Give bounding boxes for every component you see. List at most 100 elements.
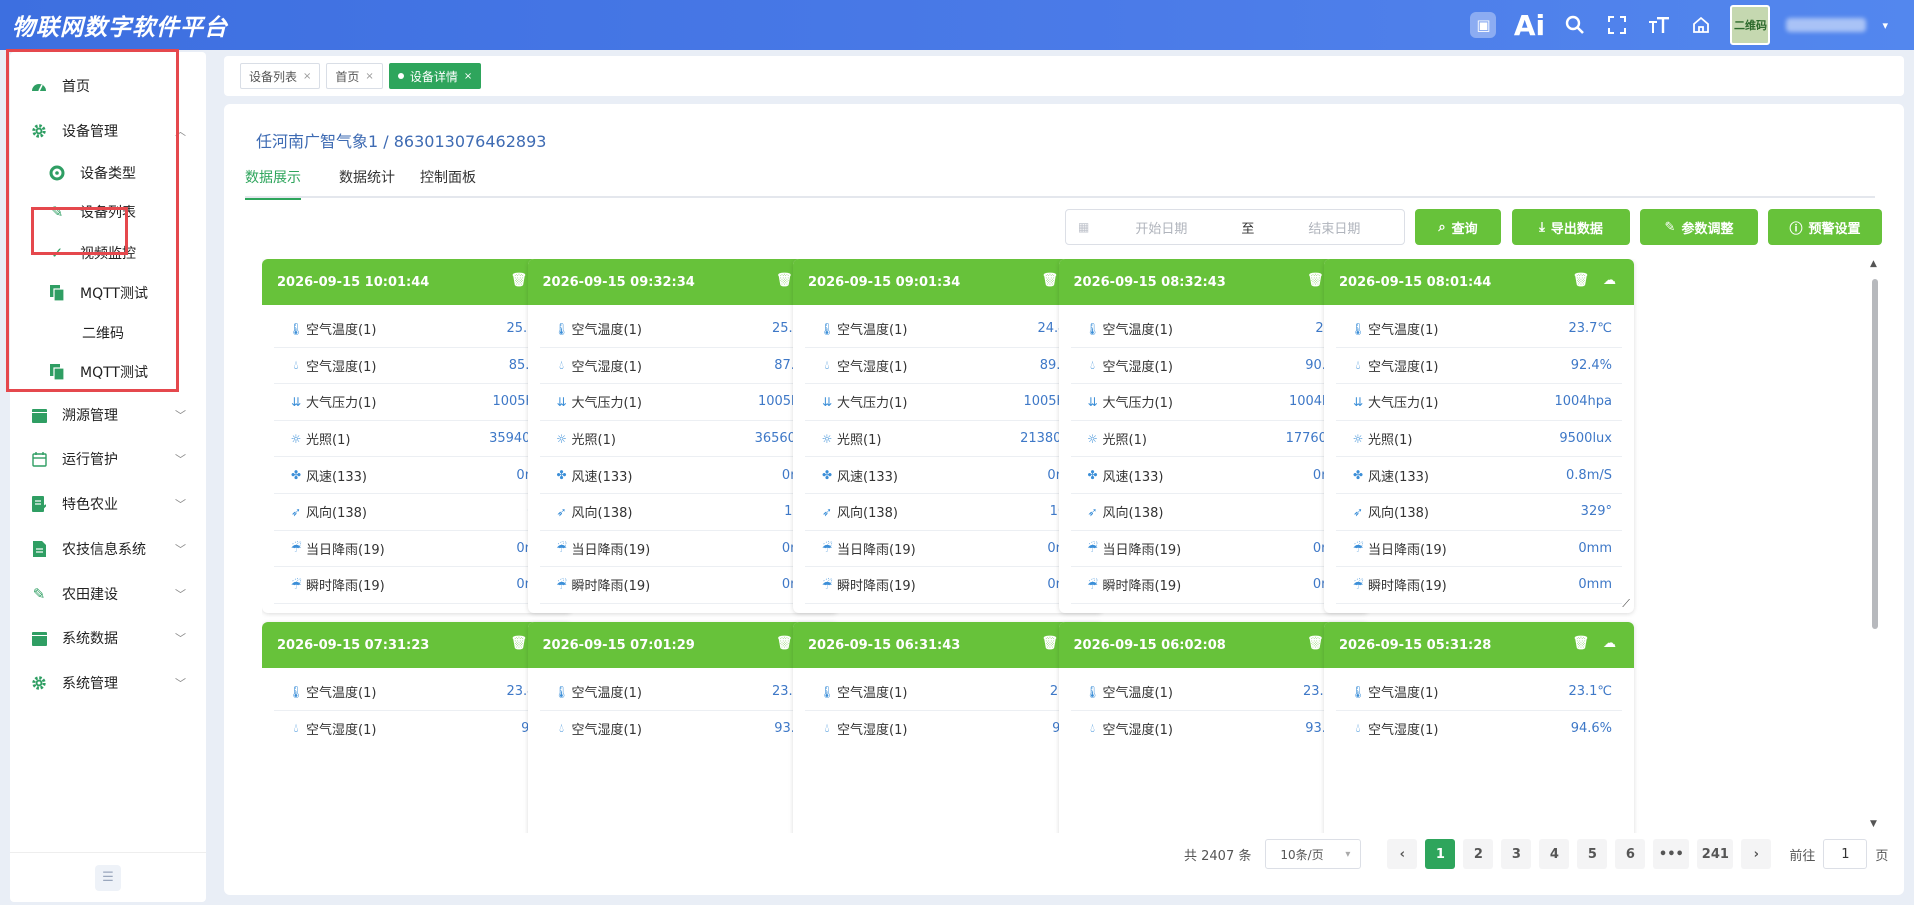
collapse-menu-icon[interactable]: ☰	[95, 864, 121, 891]
metric-row: 💧︎ 空气湿度(1) 92.4%	[1336, 348, 1622, 385]
close-icon[interactable]: ×	[303, 71, 311, 82]
sidebar-item-mqtt-test[interactable]: MQTT测试	[10, 273, 206, 313]
next-page-icon[interactable]: ›	[1741, 839, 1772, 869]
wind-speed-icon: ✤	[821, 468, 833, 483]
sidebar-item-traceability[interactable]: 溯源管理 ﹀	[10, 395, 206, 435]
date-separator: 至	[1241, 221, 1255, 237]
delete-icon[interactable]: 🗑︎	[776, 636, 793, 651]
header-tools: ▣ Ai 二维码 ▾	[1470, 0, 1888, 50]
delete-icon[interactable]: 🗑︎	[1572, 273, 1589, 288]
metric-row: 🌡︎空气温度(1) 23.1℃	[1336, 674, 1622, 711]
more-pages-icon[interactable]: •••	[1653, 839, 1690, 869]
close-icon[interactable]: ×	[464, 71, 472, 82]
date-range-picker[interactable]: ▦ 开始日期 至 结束日期	[1065, 209, 1405, 245]
screen-icon[interactable]: ▣	[1470, 12, 1497, 38]
scrollbar-thumb[interactable]	[1872, 279, 1878, 629]
card-timestamp: 2026-09-15 06:02:08	[1073, 637, 1226, 653]
scroll-up-icon[interactable]: ▲	[1870, 259, 1877, 269]
tab-device-detail[interactable]: 设备详情 ×	[388, 63, 482, 89]
delete-icon[interactable]: 🗑︎	[776, 273, 793, 288]
sidebar-item-home[interactable]: 首页	[10, 66, 206, 106]
metric-value: 1004hpa	[1554, 394, 1612, 410]
page-button[interactable]: 2	[1463, 839, 1494, 869]
page-size-select[interactable]: 10条/页 ▾	[1265, 839, 1362, 869]
prev-page-icon[interactable]: ‹	[1387, 839, 1418, 869]
sidebar-item-qrcode[interactable]: 二维码	[10, 313, 206, 353]
sidebar-item-farmland[interactable]: ✎ 农田建设 ﹀	[10, 574, 206, 614]
end-date-input[interactable]: 结束日期	[1308, 218, 1360, 237]
card-actions: 🗑︎ ☁︎	[1572, 636, 1616, 651]
username-redacted[interactable]	[1786, 18, 1867, 32]
tab-home[interactable]: 首页 ×	[326, 63, 383, 89]
delete-icon[interactable]: 🗑︎	[1307, 273, 1324, 288]
metric-row: 💧︎ 空气湿度(1) 94.6%	[1336, 711, 1622, 748]
delete-icon[interactable]: 🗑︎	[1041, 273, 1058, 288]
close-icon[interactable]: ×	[365, 71, 373, 82]
delete-icon[interactable]: 🗑︎	[1572, 636, 1589, 651]
humidity-icon: 💧︎	[293, 357, 299, 372]
query-button[interactable]: ⌕ 查询	[1415, 209, 1501, 245]
cloud-upload-icon[interactable]: ☁︎	[1603, 273, 1616, 288]
delete-icon[interactable]: 🗑︎	[510, 636, 527, 651]
tab-label: 设备列表	[249, 69, 298, 84]
rain-icon: ☔︎	[290, 541, 302, 556]
tab-data-statistics[interactable]: 数据统计	[339, 158, 395, 198]
page-button[interactable]: 6	[1615, 839, 1646, 869]
tab-device-list[interactable]: 设备列表 ×	[240, 63, 321, 89]
home-icon[interactable]	[1688, 12, 1714, 38]
sidebar-item-label: 系统数据	[62, 631, 118, 647]
sidebar-item-mqtt-test-2[interactable]: MQTT测试	[10, 352, 206, 392]
tab-data-display[interactable]: 数据展示	[245, 158, 301, 200]
sidebar-item-agri-info[interactable]: 农技信息系统 ﹀	[10, 529, 206, 569]
sidebar-item-label: 运行管护	[62, 452, 118, 468]
alert-settings-button[interactable]: ⓘ 预警设置	[1768, 209, 1882, 245]
export-button[interactable]: ⤓ 导出数据	[1512, 209, 1630, 245]
sidebar-item-device-management[interactable]: 设备管理 ︿	[10, 111, 206, 151]
page-button[interactable]: 4	[1539, 839, 1570, 869]
delete-icon[interactable]: 🗑︎	[1041, 636, 1058, 651]
resize-handle-icon[interactable]: ⟋	[1622, 597, 1630, 611]
data-card: 2026-09-15 05:31:28 🗑︎ ☁︎ 🌡︎ 空气温度(1) 23.1℃ 💧︎ 空…	[1324, 622, 1634, 833]
metric-row: 💧︎空气湿度(1)85.4%	[274, 348, 560, 385]
search-icon[interactable]	[1562, 12, 1588, 38]
params-button[interactable]: ✎ 参数调整	[1640, 209, 1758, 245]
sidebar-item-device-type[interactable]: 设备类型	[10, 153, 206, 193]
page-button[interactable]: 241	[1697, 839, 1734, 869]
cards-scrollbar[interactable]: ▲ ▼	[1870, 259, 1880, 829]
search-icon: ⌕	[1438, 219, 1446, 235]
delete-icon[interactable]: 🗑︎	[1307, 636, 1324, 651]
sidebar-item-system-data[interactable]: 系统数据 ﹀	[10, 618, 206, 658]
pencil-icon: ✎	[50, 203, 64, 221]
schedule-icon	[30, 450, 48, 468]
metric-label: 空气湿度(1)	[837, 723, 908, 739]
sidebar-item-video-monitor[interactable]: ✓ 视频监控	[10, 233, 206, 273]
cloud-upload-icon[interactable]: ☁︎	[1603, 636, 1616, 651]
wind-direction-icon: ➶	[821, 504, 833, 519]
start-date-input[interactable]: 开始日期	[1135, 218, 1187, 237]
thermometer-icon: 🌡︎	[1350, 684, 1366, 699]
data-card: 2026-09-15 09:01:34🗑︎☁︎🌡︎空气温度(1)24.4℃💧︎空…	[793, 259, 1103, 613]
sidebar-item-label: MQTT测试	[80, 365, 148, 381]
sidebar-item-operation[interactable]: 运行管护 ﹀	[10, 439, 206, 479]
chevron-down-icon[interactable]: ▾	[1882, 19, 1888, 32]
metric-label: 风向(138)	[837, 506, 898, 522]
fullscreen-icon[interactable]	[1604, 12, 1630, 38]
sidebar-item-system-management[interactable]: 系统管理 ﹀	[10, 663, 206, 703]
sidebar-item-agriculture[interactable]: 特色农业 ﹀	[10, 484, 206, 524]
avatar[interactable]: 二维码	[1730, 5, 1771, 45]
scroll-down-icon[interactable]: ▼	[1870, 819, 1877, 829]
page-button[interactable]: 1	[1425, 839, 1456, 869]
metric-row: ☼ 光照(1) 9500lux	[1336, 421, 1622, 458]
tab-control-panel[interactable]: 控制面板	[420, 158, 476, 198]
goto-page-input[interactable]	[1823, 839, 1868, 869]
metric-row: ➶ 风向(138) 329°	[1336, 494, 1622, 531]
font-size-icon[interactable]	[1646, 12, 1672, 38]
rain-icon: ☔︎	[821, 541, 833, 556]
sidebar-item-device-list[interactable]: ✎ 设备列表	[10, 192, 206, 232]
page-button[interactable]: 3	[1501, 839, 1532, 869]
metric-row: ✤风速(133)0m/S	[539, 457, 826, 494]
metric-row: 🌡︎空气温度(1)23.4℃	[274, 674, 560, 711]
delete-icon[interactable]: 🗑︎	[510, 273, 527, 288]
ai-icon[interactable]: Ai	[1512, 9, 1546, 42]
page-button[interactable]: 5	[1577, 839, 1608, 869]
